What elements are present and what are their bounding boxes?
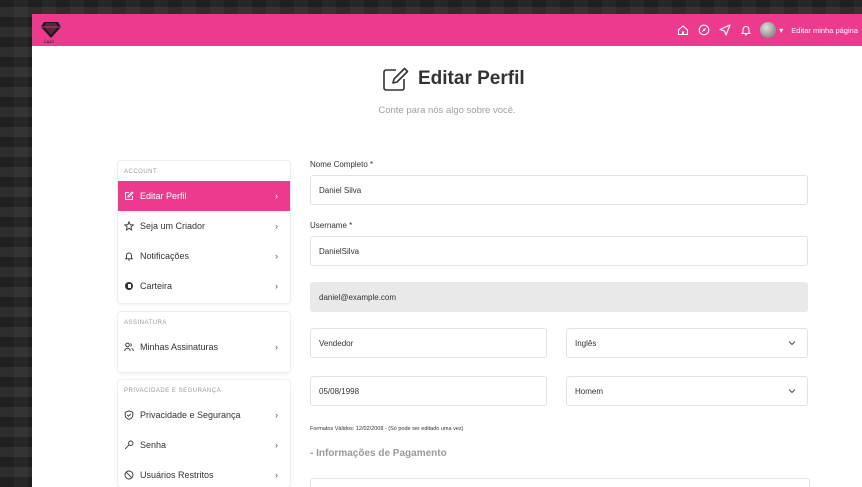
gender-select[interactable]: Homem <box>566 376 808 406</box>
compass-icon[interactable] <box>697 24 710 37</box>
sidebar-item-privacy-security[interactable]: Privacidade e Segurança › <box>118 400 290 430</box>
occupation-field[interactable]: Vendedor <box>310 328 547 358</box>
avatar[interactable] <box>760 22 777 38</box>
sidebar-item-restricted-users[interactable]: Usuários Restritos › <box>118 460 290 487</box>
sidebar-account-card: ACCOUNT Editar Perfil › Seja um Criador … <box>118 161 290 303</box>
payment-section-title: - Informações de Pagamento <box>310 448 447 459</box>
send-icon[interactable] <box>718 24 731 37</box>
username-field[interactable]: DanielSilva <box>310 236 808 266</box>
sidebar-item-my-subscriptions[interactable]: Minhas Assinaturas › <box>118 332 290 362</box>
diamond-logo-icon: Luxo <box>41 22 61 45</box>
sidebar-item-become-creator[interactable]: Seja um Criador › <box>118 211 290 241</box>
chevron-right-icon: › <box>275 221 278 231</box>
email-field: daniel@example.com <box>310 282 808 312</box>
sidebar-item-label: Seja um Criador <box>140 221 206 231</box>
edit-my-page-link[interactable]: Editar minha página <box>791 26 858 35</box>
bell-icon <box>124 251 134 261</box>
app-window: Luxo ▾ Editar minha página Editar Perfil… <box>32 14 862 487</box>
top-nav: ▾ Editar minha página <box>676 14 862 46</box>
page-title: Editar Perfil <box>418 68 525 89</box>
sidebar-item-label: Notificações <box>140 251 190 261</box>
chevron-right-icon: › <box>275 470 278 480</box>
sidebar-item-label: Usuários Restritos <box>140 470 214 480</box>
svg-text:Luxo: Luxo <box>43 40 55 44</box>
top-bar: Luxo ▾ Editar minha página <box>32 14 862 46</box>
chevron-down-icon <box>788 389 796 394</box>
edit-icon <box>383 67 409 91</box>
sidebar-item-notifications[interactable]: Notificações › <box>118 241 290 271</box>
date-format-hint: Formatos Válidos: 12/02/2008 - (Só pode … <box>310 426 464 432</box>
page-header: Editar Perfil <box>382 66 525 92</box>
sidebar-heading-subscription: ASSINATURA <box>124 320 167 326</box>
block-icon <box>124 470 134 480</box>
sidebar-privacy-card: PRIVACIDADE E SEGURANÇA Privacidade e Se… <box>118 380 290 487</box>
edit-icon <box>124 191 134 201</box>
page-subtitle: Conte para nós algo sobre você. <box>378 105 516 116</box>
users-icon <box>124 342 134 352</box>
chevron-down-icon[interactable]: ▾ <box>779 26 783 35</box>
home-icon[interactable] <box>676 24 689 37</box>
chevron-right-icon: › <box>275 342 278 352</box>
sidebar-item-label: Privacidade e Segurança <box>140 410 241 420</box>
full-name-label: Nome Completo * <box>310 160 374 169</box>
sidebar-item-password[interactable]: Senha › <box>118 430 290 460</box>
sidebar-item-label: Minhas Assinaturas <box>140 342 219 352</box>
star-icon <box>124 221 134 231</box>
sidebar-item-label: Carteira <box>140 281 173 291</box>
sidebar-item-label: Editar Perfil <box>140 191 187 201</box>
sidebar-subscription-card: ASSINATURA Minhas Assinaturas › <box>118 312 290 372</box>
payment-field[interactable] <box>310 478 810 487</box>
username-label: Username * <box>310 221 353 230</box>
logo[interactable]: Luxo <box>40 16 62 45</box>
full-name-field[interactable]: Daniel Silva <box>310 175 808 205</box>
key-icon <box>124 440 134 450</box>
sidebar-heading-privacy: PRIVACIDADE E SEGURANÇA <box>124 388 222 394</box>
shield-icon <box>124 410 134 420</box>
chevron-down-icon <box>788 341 796 346</box>
sidebar-item-wallet[interactable]: Carteira › <box>118 271 290 301</box>
sidebar-item-edit-profile[interactable]: Editar Perfil › <box>118 181 290 211</box>
bell-icon[interactable] <box>739 24 752 37</box>
language-value: Inglês <box>575 338 597 348</box>
sidebar-item-label: Senha <box>140 440 167 450</box>
chevron-right-icon: › <box>275 281 278 291</box>
language-select[interactable]: Inglês <box>566 328 808 358</box>
sidebar-heading-account: ACCOUNT <box>124 169 158 175</box>
chevron-right-icon: › <box>275 251 278 261</box>
chevron-right-icon: › <box>275 440 278 450</box>
chevron-right-icon: › <box>275 410 278 420</box>
gender-value: Homem <box>575 386 604 396</box>
birthdate-field[interactable]: 05/08/1998 <box>310 376 547 406</box>
chevron-right-icon: › <box>275 191 278 201</box>
wallet-icon <box>124 281 134 291</box>
